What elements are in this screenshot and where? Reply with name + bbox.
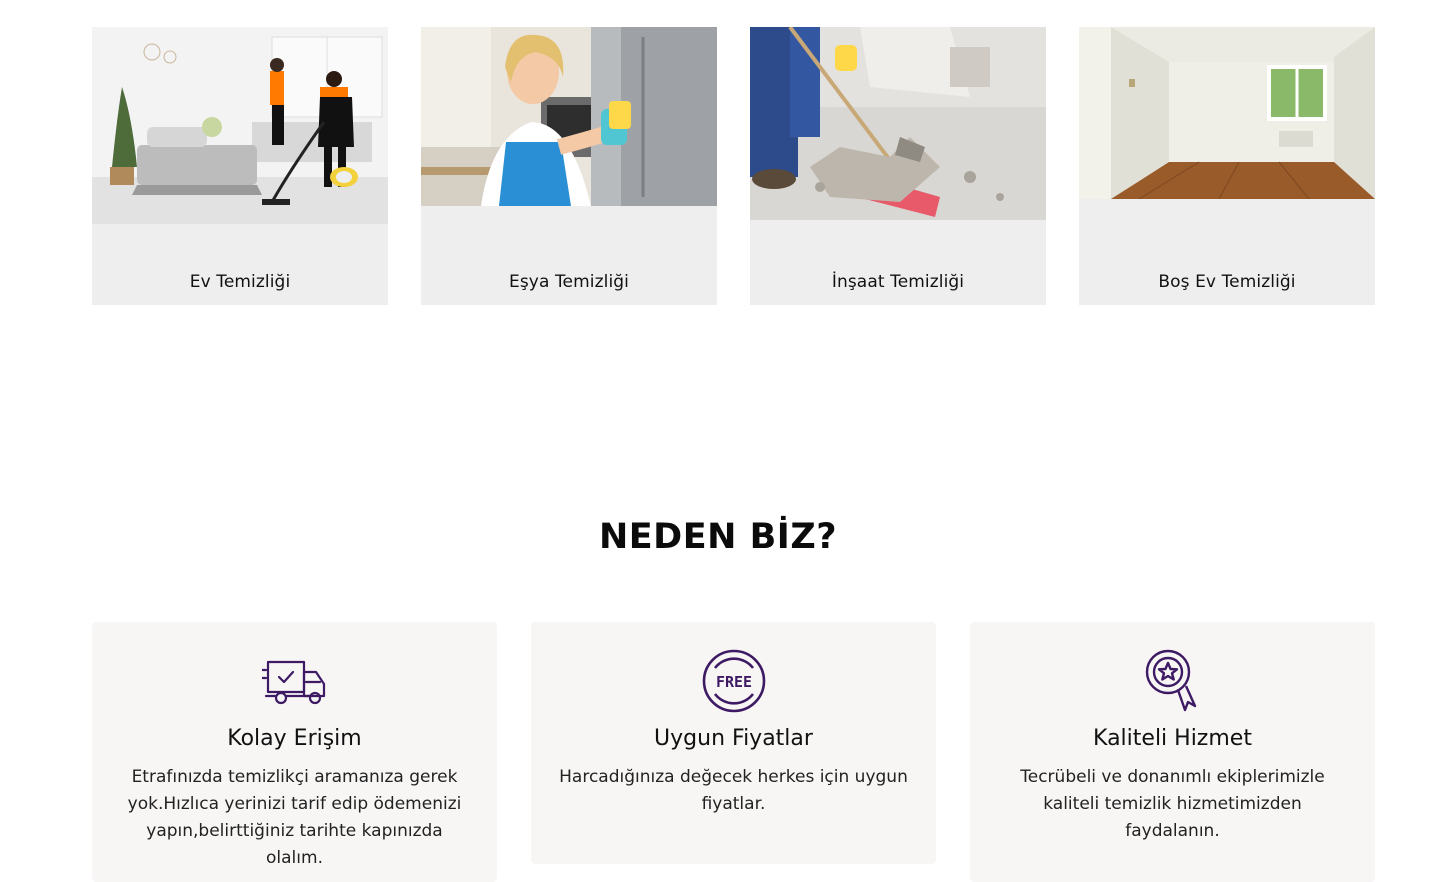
feature-title: Kaliteli Hizmet [1093,726,1252,751]
service-card-esya[interactable]: Eşya Temizliği [421,27,717,305]
service-card-ev[interactable]: Ev Temizliği [92,27,388,305]
ev-temizligi-photo [92,27,388,224]
feature-card-quality-service: Kaliteli Hizmet Tecrübeli ve donanımlı e… [970,622,1375,882]
feature-card-easy-access: Kolay Erişim Etrafınızda temizlikçi aram… [92,622,497,882]
service-title[interactable]: İnşaat Temizliği [750,272,1046,292]
esya-temizligi-photo [421,27,717,206]
free-badge-text: FREE [715,673,751,691]
service-title[interactable]: Ev Temizliği [92,272,388,292]
feature-text: Harcadığınıza değecek herkes için uygun … [559,767,908,814]
free-badge-icon: FREE [702,649,765,713]
insaat-temizligi-photo [750,27,1046,220]
feature-text: Tecrübeli ve donanımlı ekiplerimizle kal… [1020,767,1325,841]
why-us-heading: NEDEN BİZ? [598,517,838,557]
feature-title: Kolay Erişim [227,726,362,751]
bos-ev-temizligi-photo [1079,27,1375,199]
award-ribbon-icon [1145,649,1196,712]
delivery-truck-icon [261,660,325,705]
service-card-bos-ev[interactable]: Boş Ev Temizliği [1079,27,1375,305]
service-title[interactable]: Boş Ev Temizliği [1079,272,1375,292]
service-title[interactable]: Eşya Temizliği [421,272,717,292]
service-card-insaat[interactable]: İnşaat Temizliği [750,27,1046,305]
feature-text: Etrafınızda temizlikçi aramanıza gerek y… [127,767,462,868]
feature-card-fair-prices: FREE Uygun Fiyatlar Harcadığınıza değece… [531,622,936,864]
feature-title: Uygun Fiyatlar [654,726,813,751]
services-grid: Ev Temizliği Eşya Temizliği İnşaat Temiz… [92,27,1375,305]
